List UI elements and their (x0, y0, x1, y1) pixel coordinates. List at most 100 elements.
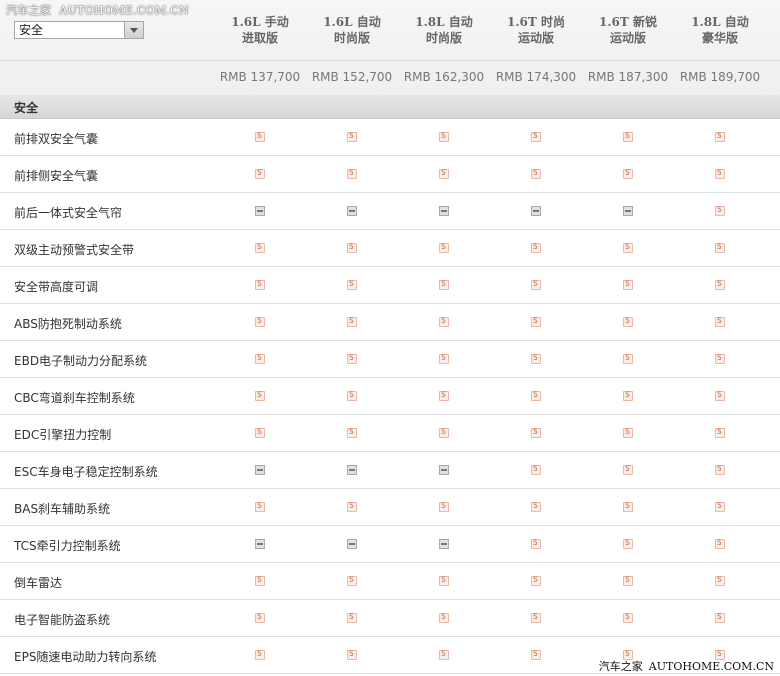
not-available-icon (347, 465, 357, 475)
feature-label: ABS防抱死制动系统 (14, 317, 122, 331)
standard-icon (347, 501, 357, 512)
model-price-3: RMB 162,300 (403, 70, 485, 84)
standard-icon (347, 316, 357, 327)
standard-icon (715, 168, 725, 179)
table-row: CBC弯道刹车控制系统 (0, 378, 780, 415)
table-row: 前排侧安全气囊 (0, 156, 780, 193)
standard-icon (531, 242, 541, 253)
standard-icon (531, 501, 541, 512)
feature-label: EPS随速电动助力转向系统 (14, 650, 157, 664)
not-available-icon (347, 206, 357, 216)
standard-icon (347, 242, 357, 253)
standard-icon (255, 353, 265, 364)
standard-icon (255, 575, 265, 586)
standard-icon (531, 649, 541, 660)
feature-label: 电子智能防盗系统 (14, 613, 111, 627)
table-row: BAS刹车辅助系统 (0, 489, 780, 526)
watermark-bottom: 汽车之家 AUTOHOME.COM.CN (599, 658, 774, 674)
standard-icon (623, 464, 633, 475)
not-available-icon (439, 539, 449, 549)
standard-icon (255, 649, 265, 660)
standard-icon (715, 390, 725, 401)
standard-icon (623, 575, 633, 586)
model-price-2: RMB 152,700 (311, 70, 393, 84)
standard-icon (623, 612, 633, 623)
standard-icon (347, 427, 357, 438)
standard-icon (439, 501, 449, 512)
feature-label: TCS牵引力控制系统 (14, 539, 121, 553)
table-row: 倒车雷达 (0, 563, 780, 600)
not-available-icon (439, 206, 449, 216)
chevron-down-icon[interactable] (124, 22, 143, 38)
standard-icon (255, 131, 265, 142)
standard-icon (255, 390, 265, 401)
standard-icon (531, 612, 541, 623)
standard-icon (255, 242, 265, 253)
standard-icon (715, 205, 725, 216)
model-name-line1: 1.8L 自动 (415, 15, 473, 29)
standard-icon (531, 316, 541, 327)
standard-icon (623, 279, 633, 290)
table-row: EDC引擎扭力控制 (0, 415, 780, 452)
feature-label: ESC车身电子稳定控制系统 (14, 465, 158, 479)
standard-icon (531, 427, 541, 438)
category-select-value: 安全 (19, 23, 44, 37)
table-row: 前后一体式安全气帘 (0, 193, 780, 230)
model-name-line2: 运动版 (609, 31, 646, 45)
standard-icon (255, 316, 265, 327)
model-price-5: RMB 187,300 (587, 70, 669, 84)
model-name-line2: 豪华版 (701, 31, 738, 45)
watermark-top-cn: 汽车之家 (6, 4, 52, 17)
standard-icon (531, 538, 541, 549)
standard-icon (531, 353, 541, 364)
standard-icon (347, 612, 357, 623)
standard-icon (439, 612, 449, 623)
table-row: ABS防抱死制动系统 (0, 304, 780, 341)
standard-icon (623, 242, 633, 253)
watermark-top: 汽车之家 AUTOHOME.COM.CN (6, 2, 189, 18)
standard-icon (531, 464, 541, 475)
feature-label: EBD电子制动力分配系统 (14, 354, 148, 368)
standard-icon (439, 168, 449, 179)
category-select[interactable]: 安全 (14, 21, 144, 39)
feature-label: 双级主动预警式安全带 (14, 243, 135, 257)
watermark-bottom-en: AUTOHOME.COM.CN (648, 660, 774, 673)
not-available-icon (531, 206, 541, 216)
model-name-line1: 1.6T 新锐 (599, 15, 657, 29)
standard-icon (347, 131, 357, 142)
standard-icon (439, 427, 449, 438)
standard-icon (623, 131, 633, 142)
standard-icon (347, 575, 357, 586)
standard-icon (531, 279, 541, 290)
standard-icon (439, 390, 449, 401)
table-row: 安全带高度可调 (0, 267, 780, 304)
model-name-2: 1.6L 自动 时尚版 (306, 14, 398, 46)
standard-icon (439, 353, 449, 364)
standard-icon (439, 316, 449, 327)
standard-icon (715, 575, 725, 586)
watermark-top-en: AUTOHOME.COM.CN (59, 4, 189, 17)
standard-icon (531, 575, 541, 586)
not-available-icon (623, 206, 633, 216)
header-divider (0, 60, 780, 61)
not-available-icon (347, 539, 357, 549)
standard-icon (715, 242, 725, 253)
feature-label: 前排侧安全气囊 (14, 169, 99, 183)
model-name-line2: 时尚版 (425, 31, 462, 45)
not-available-icon (255, 539, 265, 549)
model-name-line1: 1.6L 手动 (231, 15, 289, 29)
standard-icon (347, 168, 357, 179)
standard-icon (715, 131, 725, 142)
standard-icon (439, 131, 449, 142)
table-row: EBD电子制动力分配系统 (0, 341, 780, 378)
table-row: 电子智能防盗系统 (0, 600, 780, 637)
feature-label: CBC弯道刹车控制系统 (14, 391, 135, 405)
standard-icon (715, 464, 725, 475)
standard-icon (439, 575, 449, 586)
standard-icon (255, 427, 265, 438)
standard-icon (623, 353, 633, 364)
standard-icon (715, 612, 725, 623)
standard-icon (531, 390, 541, 401)
table-row: ESC车身电子稳定控制系统 (0, 452, 780, 489)
standard-icon (255, 612, 265, 623)
